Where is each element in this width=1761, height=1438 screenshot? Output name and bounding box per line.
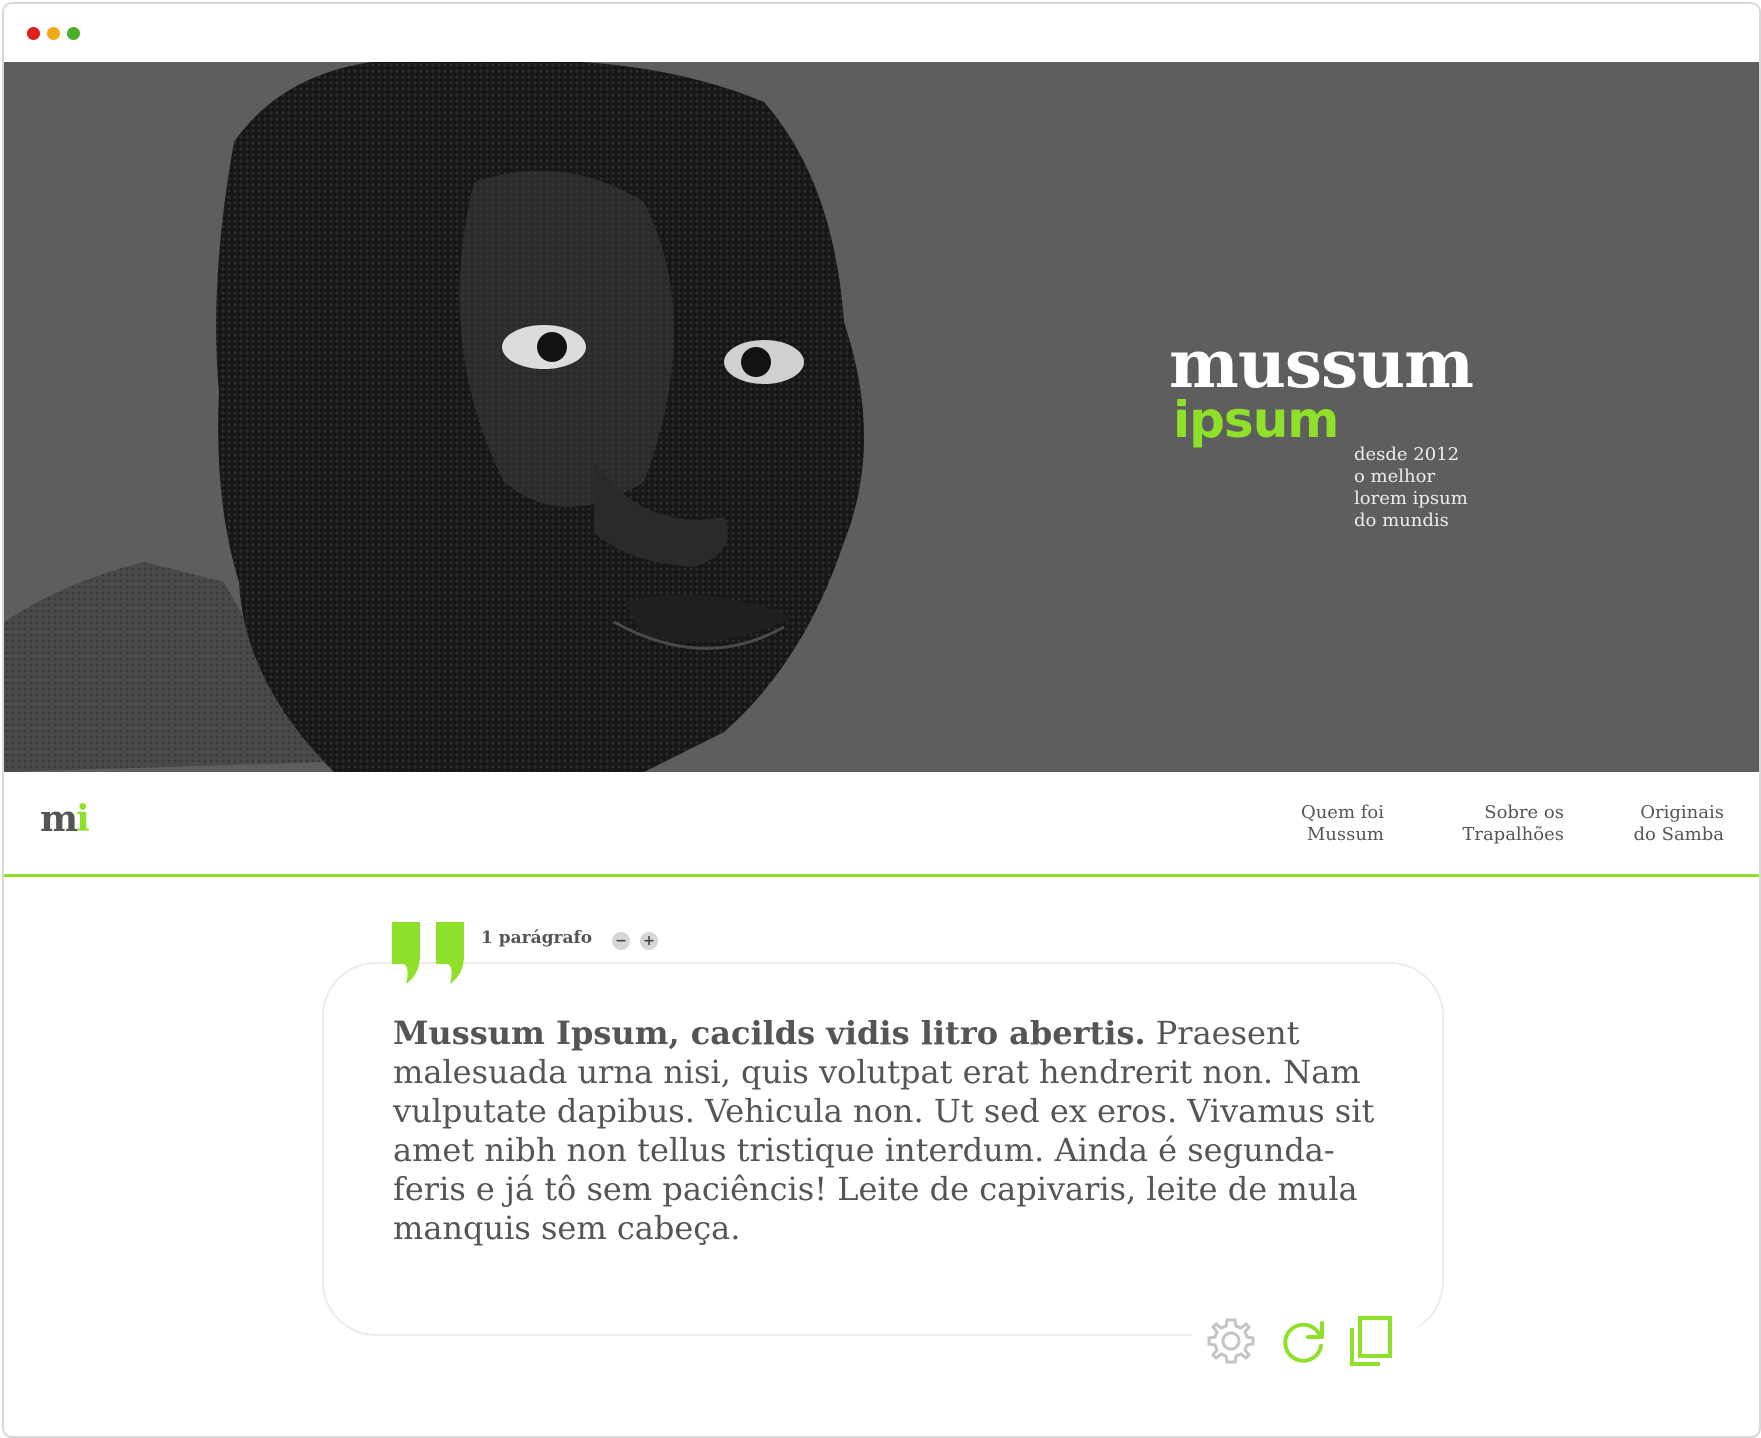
generated-text-lead: Mussum Ipsum, cacilds vidis litro aberti…	[393, 1014, 1146, 1052]
nav-bar: mi Quem foi Mussum Sobre os Trapalhões O…	[4, 772, 1759, 877]
paragraph-count-label: 1 parágrafo	[481, 928, 593, 948]
nav-link-line: Originais	[1640, 802, 1724, 823]
nav-link-line: Sobre os	[1484, 802, 1564, 823]
tagline-line: lorem ipsum	[1354, 488, 1468, 509]
title-bar	[4, 4, 1759, 62]
refresh-icon[interactable]	[1276, 1314, 1330, 1368]
copy-icon[interactable]	[1344, 1314, 1398, 1368]
logo-letter-i: i	[76, 798, 90, 840]
brand-subtitle: ipsum	[1173, 391, 1339, 449]
tagline: desde 2012 o melhor lorem ipsum do mundi…	[1354, 444, 1514, 532]
generated-text: Mussum Ipsum, cacilds vidis litro aberti…	[393, 1014, 1393, 1248]
tagline-line: do mundis	[1354, 510, 1449, 531]
site-logo[interactable]: mi	[40, 798, 90, 840]
nav-link-originais-do-samba[interactable]: Originais do Samba	[1604, 802, 1724, 846]
maximize-window-button[interactable]	[67, 27, 80, 40]
hero-banner: mussum ipsum desde 2012 o melhor lorem i…	[4, 62, 1759, 772]
logo-letter-m: m	[40, 798, 78, 840]
tagline-line: o melhor	[1354, 466, 1436, 487]
tagline-line: desde 2012	[1354, 444, 1460, 465]
minimize-window-button[interactable]	[47, 27, 60, 40]
nav-link-sobre-os-trapalhoes[interactable]: Sobre os Trapalhões	[1424, 802, 1564, 846]
quote-mark-icon	[392, 922, 464, 984]
decrease-paragraphs-button[interactable]: −	[612, 932, 630, 950]
nav-link-line: do Samba	[1633, 824, 1724, 845]
nav-link-line: Quem foi	[1300, 802, 1384, 823]
nav-link-line: Mussum	[1306, 824, 1384, 845]
close-window-button[interactable]	[27, 27, 40, 40]
portrait-image	[4, 62, 864, 772]
browser-window: mussum ipsum desde 2012 o melhor lorem i…	[2, 2, 1761, 1438]
gear-icon[interactable]	[1204, 1314, 1258, 1368]
increase-paragraphs-button[interactable]: +	[640, 932, 658, 950]
toolbar	[1192, 1304, 1418, 1378]
nav-link-quem-foi-mussum[interactable]: Quem foi Mussum	[1274, 802, 1384, 846]
nav-link-line: Trapalhões	[1462, 824, 1564, 845]
